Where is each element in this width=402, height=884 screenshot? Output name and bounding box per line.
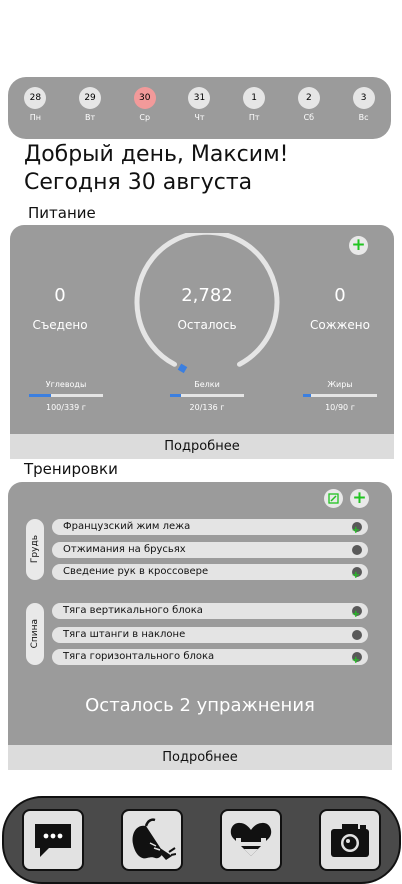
workouts-card: + Грудь Французский жим лежа + Отжимания… [8, 482, 392, 770]
plus-icon: + [351, 609, 360, 620]
macro-name: Жиры [327, 380, 353, 389]
day-number: 30 [133, 87, 156, 109]
day-label: Вс [358, 113, 369, 122]
day-label: Пн [29, 113, 41, 122]
day-wednesday[interactable]: 30 Ср [125, 87, 165, 122]
workouts-more-button[interactable]: Подробнее [8, 745, 392, 770]
day-thursday[interactable]: 31 Чт [179, 87, 219, 122]
day-label: Вт [84, 113, 96, 122]
greeting-line: Добрый день, Максим! [24, 142, 289, 167]
group-name: Спина [30, 619, 40, 649]
day-label: Чт [194, 113, 205, 122]
nutrition-more-button[interactable]: Подробнее [10, 434, 394, 459]
group-chest-tag[interactable]: Грудь [26, 519, 44, 580]
day-label: Ср [139, 113, 151, 122]
macro-bar-fill [29, 394, 51, 397]
exercise-name: Отжимания на брусьях [63, 544, 186, 555]
bottom-nav [2, 796, 401, 884]
workout-icon [230, 822, 272, 856]
macro-carbs: Углеводы 100/339 г [26, 380, 106, 412]
week-calendar: 28 Пн 29 Вт 30 Ср 31 Чт 1 Пт 2 Сб 3 Вс [8, 77, 391, 139]
burned-value: 0 [334, 285, 346, 306]
exercise-name: Тяга штанги в наклоне [63, 629, 186, 640]
plus-icon: + [351, 655, 360, 666]
edit-icon [328, 493, 339, 504]
exercise-name: Сведение рук в кроссовере [63, 566, 209, 577]
day-tuesday[interactable]: 29 Вт [70, 87, 110, 122]
exercise-item[interactable]: Сведение рук в кроссовере + [52, 564, 368, 581]
plus-icon: + [351, 570, 360, 581]
group-back-tag[interactable]: Спина [26, 603, 44, 665]
exercise-status-icon[interactable] [352, 630, 362, 640]
plus-icon: + [351, 525, 360, 536]
exercise-name: Французский жим лежа [63, 521, 191, 532]
nav-chat-button[interactable] [22, 809, 85, 871]
eaten-stat: 0 Съедено [20, 285, 100, 332]
exercise-item[interactable]: Тяга штанги в наклоне [52, 627, 368, 643]
day-number: 31 [188, 87, 211, 109]
macro-name: Белки [194, 380, 220, 389]
nutrition-card: + 0 Съедено 2,782 Осталось 0 Сожжено Угл… [10, 225, 394, 459]
exercise-name: Тяга горизонтального блока [63, 651, 215, 662]
eaten-value: 0 [54, 285, 66, 306]
exercise-item[interactable]: Французский жим лежа + [52, 519, 368, 536]
chat-icon [35, 824, 72, 857]
burned-stat: 0 Сожжено [300, 285, 380, 332]
ring-marker [177, 363, 188, 374]
exercise-item[interactable]: Тяга горизонтального блока + [52, 649, 368, 666]
greeting: Добрый день, Максим! Сегодня 30 августа [24, 141, 288, 197]
camera-icon [330, 824, 369, 857]
group-name: Грудь [30, 535, 40, 564]
burned-label: Сожжено [310, 318, 370, 332]
day-label: Сб [303, 113, 315, 122]
macro-bar [170, 394, 244, 397]
nav-workouts-button[interactable] [219, 809, 282, 871]
exercise-status-icon[interactable] [352, 545, 362, 555]
workouts-title: Тренировки [24, 460, 118, 478]
add-meal-button[interactable]: + [349, 236, 368, 255]
day-number: 2 [297, 87, 320, 109]
macro-name: Углеводы [45, 380, 87, 389]
date-line: Сегодня 30 августа [24, 170, 253, 195]
remaining-value: 2,782 [181, 285, 233, 306]
macro-bar [303, 394, 377, 397]
macro-bar-fill [170, 394, 181, 397]
day-monday[interactable]: 28 Пн [15, 87, 55, 122]
exercise-item[interactable]: Отжимания на брусьях [52, 542, 368, 558]
exercise-name: Тяга вертикального блока [63, 605, 203, 616]
day-friday[interactable]: 1 Пт [234, 87, 274, 122]
add-workout-button[interactable]: + [350, 489, 369, 508]
macro-value: 20/136 г [189, 403, 225, 412]
plus-icon: + [351, 235, 366, 255]
remaining-label: Осталось [177, 318, 237, 332]
remaining-stat: 2,782 Осталось [167, 285, 247, 332]
nav-nutrition-button[interactable] [121, 809, 184, 871]
nav-camera-button[interactable] [318, 809, 381, 871]
food-icon [132, 818, 177, 860]
plus-icon: + [352, 488, 367, 508]
day-label: Пт [248, 113, 260, 122]
remaining-exercises: Осталось 2 упражнения [85, 695, 315, 716]
day-number: 28 [24, 87, 47, 109]
macro-protein: Белки 20/136 г [167, 380, 247, 412]
macro-bar-fill [303, 394, 312, 397]
day-sunday[interactable]: 3 Вс [344, 87, 384, 122]
exercise-item[interactable]: Тяга вертикального блока + [52, 603, 368, 620]
day-number: 3 [352, 87, 375, 109]
eaten-label: Съедено [32, 318, 88, 332]
macro-value: 100/339 г [46, 403, 86, 412]
nutrition-title: Питание [28, 204, 96, 222]
macro-value: 10/90 г [325, 403, 355, 412]
macro-fat: Жиры 10/90 г [300, 380, 380, 412]
day-number: 29 [79, 87, 102, 109]
day-saturday[interactable]: 2 Сб [289, 87, 329, 122]
macro-bar [29, 394, 103, 397]
day-number: 1 [243, 87, 266, 109]
edit-workout-button[interactable] [324, 489, 343, 508]
